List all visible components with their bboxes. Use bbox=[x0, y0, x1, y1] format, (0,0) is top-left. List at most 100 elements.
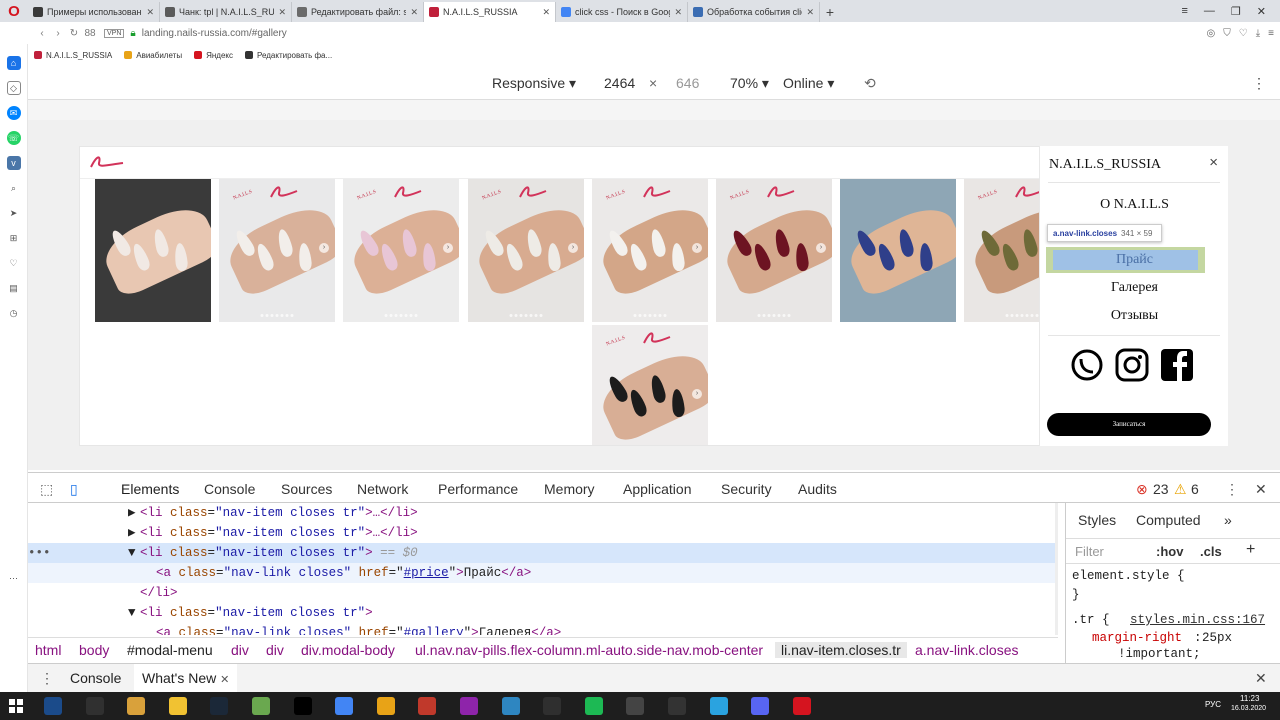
tab-console[interactable]: Console bbox=[204, 481, 255, 497]
dom-node[interactable]: ▼ <li class="nav-item closes tr"> bbox=[28, 603, 1058, 623]
browser-tab[interactable]: N.A.I.L.S_RUSSIA ✕ bbox=[424, 2, 556, 22]
heart-icon[interactable]: ♡ bbox=[1239, 28, 1248, 39]
dom-node[interactable]: </li> bbox=[28, 583, 1058, 603]
dom-node[interactable]: <a class="nav-link closes" href="#price"… bbox=[28, 563, 1058, 583]
taskbar-app-icon[interactable] bbox=[543, 697, 562, 715]
class-toggle[interactable]: .cls bbox=[1200, 544, 1222, 559]
tab-close-icon[interactable]: ✕ bbox=[542, 7, 550, 18]
gallery-photo[interactable]: N.A.I.L.S › bbox=[592, 325, 708, 445]
nav-link-reviews[interactable]: Отзывы bbox=[1040, 308, 1229, 324]
css-property[interactable]: margin-right bbox=[1092, 631, 1182, 645]
browser-tab[interactable]: Примеры использовани ✕ bbox=[28, 2, 160, 22]
crumb-div[interactable]: div bbox=[231, 642, 249, 658]
element-style-rule[interactable]: element.style { bbox=[1072, 569, 1185, 583]
warning-icon[interactable]: ⚠ bbox=[1174, 481, 1187, 498]
language-indicator[interactable]: РУС bbox=[1205, 700, 1221, 709]
next-slide-icon[interactable]: › bbox=[816, 243, 826, 253]
drawer-tab-console[interactable]: Console bbox=[70, 670, 121, 686]
tab-performance[interactable]: Performance bbox=[438, 481, 518, 497]
network-select[interactable]: Online ▾ bbox=[783, 75, 834, 92]
more-icon[interactable]: ••• bbox=[28, 543, 51, 563]
rule-source-link[interactable]: styles.min.css:167 bbox=[1130, 613, 1265, 627]
taskbar-app-icon[interactable] bbox=[501, 697, 520, 715]
href-link[interactable]: #price bbox=[404, 566, 449, 580]
rule-selector[interactable]: .tr { bbox=[1072, 613, 1110, 627]
book-appointment-button[interactable]: Записаться bbox=[1047, 413, 1211, 436]
browser-tab[interactable]: click css - Поиск в Google ✕ bbox=[556, 2, 688, 22]
whatsapp-icon[interactable]: ☏ bbox=[6, 131, 21, 145]
gallery-photo[interactable]: N.A.I.L.S › bbox=[343, 179, 459, 322]
clock-time[interactable]: 11:23 bbox=[1240, 694, 1259, 703]
drawer-tab-whats-new[interactable]: What's New ✕ bbox=[134, 664, 238, 694]
instagram-icon[interactable] bbox=[1115, 348, 1149, 382]
href-link[interactable]: #gallery bbox=[404, 626, 464, 635]
height-input[interactable]: 646 bbox=[676, 75, 699, 91]
lock-icon[interactable]: 🔒︎ bbox=[130, 28, 135, 39]
close-devtools-icon[interactable]: ✕ bbox=[1255, 481, 1267, 498]
gallery-photo[interactable]: N.A.I.L.S › bbox=[716, 179, 832, 322]
back-icon[interactable]: ‹ bbox=[34, 28, 50, 39]
taskbar-app-icon[interactable] bbox=[293, 697, 312, 715]
tab-memory[interactable]: Memory bbox=[544, 481, 595, 497]
taskbar-app-icon[interactable] bbox=[210, 697, 229, 715]
taskbar-app-icon[interactable] bbox=[792, 697, 811, 715]
facebook-icon[interactable] bbox=[1160, 348, 1194, 382]
devtools-menu-icon[interactable]: ⋮ bbox=[1225, 481, 1239, 498]
messenger-icon[interactable]: ✉ bbox=[6, 106, 21, 120]
crumb-nav-list[interactable]: ul.nav.nav-pills.flex-column.ml-auto.sid… bbox=[415, 642, 763, 658]
device-mode-select[interactable]: Responsive ▾ bbox=[492, 75, 576, 92]
speed-dial-icon[interactable]: ◇ bbox=[6, 81, 21, 95]
crumb-modal-body[interactable]: div.modal-body bbox=[301, 642, 395, 658]
rotate-icon[interactable]: ⟲ bbox=[864, 75, 876, 92]
clock-date[interactable]: 16.03.2020 bbox=[1231, 705, 1266, 712]
zoom-select[interactable]: 70% ▾ bbox=[730, 75, 769, 92]
dom-node[interactable]: ▶ <li class="nav-item closes tr">…</li> bbox=[28, 503, 1058, 523]
styles-filter-input[interactable]: Filter :hov .cls + bbox=[1066, 538, 1280, 564]
taskbar-app-icon[interactable] bbox=[418, 697, 437, 715]
more-icon[interactable]: ⋯ bbox=[6, 571, 21, 585]
toolbar-more-icon[interactable]: ⋮ bbox=[1252, 75, 1266, 92]
taskbar-app-icon[interactable] bbox=[85, 697, 104, 715]
taskbar-app-icon[interactable] bbox=[709, 697, 728, 715]
expand-arrow-icon[interactable]: ▶ bbox=[128, 503, 136, 523]
taskbar-app-icon[interactable] bbox=[168, 697, 187, 715]
tab-audits[interactable]: Audits bbox=[798, 481, 837, 497]
dom-node[interactable]: <a class="nav-link closes" href="#galler… bbox=[28, 623, 1058, 635]
vk-icon[interactable]: v bbox=[6, 156, 21, 170]
camera-icon[interactable]: ◎ bbox=[1207, 28, 1216, 39]
browser-tab[interactable]: Редактировать файл: style ✕ bbox=[292, 2, 424, 22]
add-rule-icon[interactable]: + bbox=[1246, 541, 1255, 559]
opera-logo-icon[interactable]: O bbox=[0, 0, 28, 22]
nav-link-about[interactable]: О N.A.I.L.S bbox=[1040, 197, 1229, 213]
tab-security[interactable]: Security bbox=[721, 481, 772, 497]
heart-icon[interactable]: ♡ bbox=[6, 256, 21, 270]
gallery-photo[interactable]: N.A.I.L.S › bbox=[468, 179, 584, 322]
grid-icon[interactable]: ⊞ bbox=[6, 231, 21, 245]
browser-tab[interactable]: Чанк: tpl | N.A.I.L.S_RUSSIA ✕ bbox=[160, 2, 292, 22]
dom-node[interactable]: ▶ <li class="nav-item closes tr">…</li> bbox=[28, 523, 1058, 543]
hover-state-toggle[interactable]: :hov bbox=[1156, 544, 1183, 559]
tab-elements[interactable]: Elements bbox=[114, 481, 186, 507]
next-slide-icon[interactable]: › bbox=[692, 243, 702, 253]
next-slide-icon[interactable]: › bbox=[319, 243, 329, 253]
close-window-icon[interactable]: ✕ bbox=[1257, 5, 1266, 18]
crumb-modal-menu[interactable]: #modal-menu bbox=[127, 642, 213, 658]
crumb-div[interactable]: div bbox=[266, 642, 284, 658]
taskbar-app-icon[interactable] bbox=[127, 697, 146, 715]
crumb-nav-link[interactable]: a.nav-link.closes bbox=[915, 642, 1019, 658]
windows-start-icon[interactable] bbox=[9, 699, 23, 713]
taskbar-app-icon[interactable] bbox=[376, 697, 395, 715]
bookmark-item[interactable]: Редактировать фа... bbox=[244, 51, 332, 60]
close-tab-icon[interactable]: ✕ bbox=[220, 674, 229, 686]
expand-arrow-icon[interactable]: ▼ bbox=[128, 543, 136, 563]
close-drawer-icon[interactable]: ✕ bbox=[1255, 670, 1267, 687]
bookmark-item[interactable]: Авиабилеты bbox=[124, 51, 182, 60]
gallery-photo[interactable]: N.A.I.L.S › bbox=[592, 179, 708, 322]
warning-count[interactable]: 6 bbox=[1191, 481, 1199, 497]
gallery-photo[interactable] bbox=[840, 179, 956, 322]
browser-tab[interactable]: Обработка события click ✕ bbox=[688, 2, 820, 22]
shield-icon[interactable]: ⛉ bbox=[1223, 28, 1231, 39]
crumb-body[interactable]: body bbox=[79, 642, 109, 658]
download-icon[interactable]: ⤓ bbox=[1256, 28, 1260, 39]
nav-link-price[interactable]: Прайс bbox=[1040, 252, 1229, 268]
